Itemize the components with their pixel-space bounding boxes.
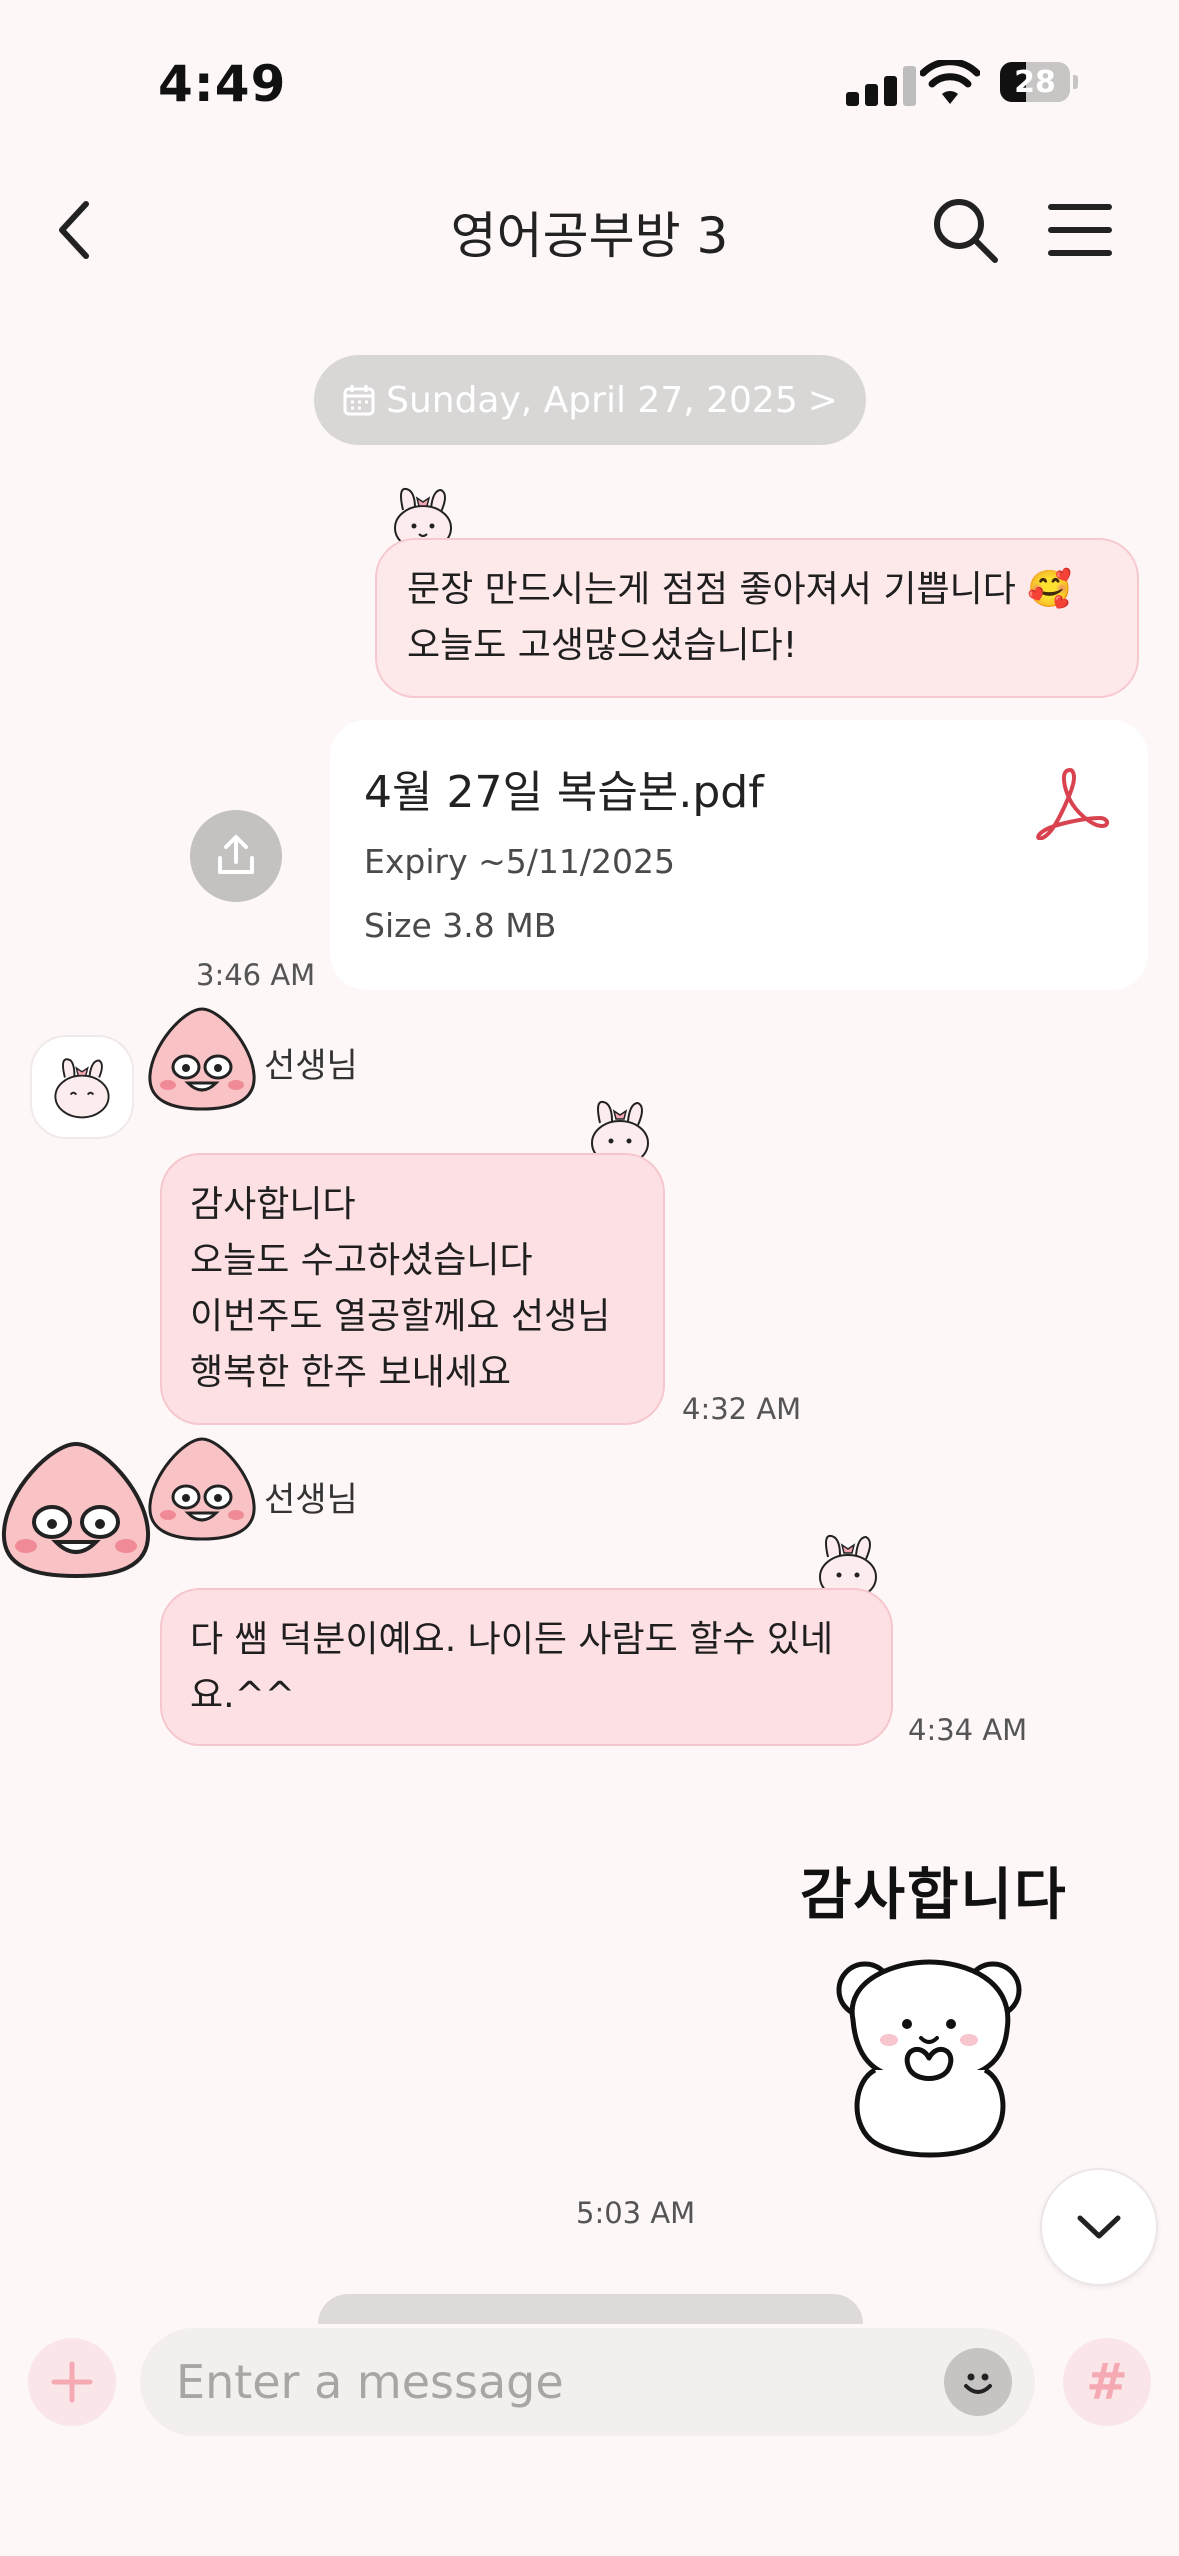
menu-icon[interactable] xyxy=(1045,195,1115,265)
sender-name: 선생님 xyxy=(264,1480,358,1520)
message-line: 문장 만드시는게 점점 좋아져서 기쁩니다 🥰 xyxy=(407,569,1073,610)
message-input[interactable] xyxy=(140,2328,1035,2436)
pdf-icon xyxy=(1036,768,1109,840)
peach-avatar-icon[interactable] xyxy=(146,1005,258,1113)
message-line: 감사합니다 xyxy=(190,1184,356,1225)
file-name: 4월 27일 복습본.pdf xyxy=(364,767,764,818)
message-line: 다 쌤 덕분이예요. 나이든 사람도 할수 있네 xyxy=(190,1619,834,1660)
size-label: Size xyxy=(364,906,432,945)
expiry-label: Expiry xyxy=(364,842,468,881)
expiry-value: ~5/11/2025 xyxy=(478,842,675,881)
sender-name: 선생님 xyxy=(264,1046,358,1086)
message-line: 행복한 한주 보내세요 xyxy=(190,1352,511,1393)
date-divider[interactable]: Sunday, April 27, 2025 > xyxy=(314,355,866,445)
share-button[interactable] xyxy=(190,810,282,902)
received-message-bubble[interactable]: 감사합니다 오늘도 수고하셨습니다 이번주도 열공할께요 선생님 행복한 한주 … xyxy=(160,1153,665,1425)
emoji-button[interactable] xyxy=(944,2348,1012,2416)
attach-plus-button[interactable] xyxy=(28,2338,116,2426)
status-time: 4:49 xyxy=(158,55,287,113)
size-value: 3.8 MB xyxy=(442,906,557,945)
chevron-down-icon xyxy=(1077,2215,1121,2239)
plus-icon xyxy=(51,2361,93,2403)
message-time: 4:34 AM xyxy=(908,1713,1028,1747)
sender-profile-avatar[interactable] xyxy=(30,1035,134,1139)
hash-icon: # xyxy=(1086,2353,1128,2411)
scroll-to-bottom-button[interactable] xyxy=(1040,2168,1158,2286)
received-message-bubble[interactable]: 다 쌤 덕분이예요. 나이든 사람도 할수 있네 요.^^ xyxy=(160,1588,893,1746)
message-time: 3:46 AM xyxy=(196,958,316,992)
message-line: 오늘도 고생많으셨습니다! xyxy=(407,625,798,666)
message-line: 이번주도 열공할께요 선생님 xyxy=(190,1296,611,1337)
calendar-icon xyxy=(343,385,375,416)
sticker-caption: 감사합니다 xyxy=(800,1863,1068,1928)
my-message-bubble[interactable]: 문장 만드시는게 점점 좋아져서 기쁩니다 🥰 오늘도 고생많으셨습니다! xyxy=(375,538,1139,698)
peach-avatar-icon[interactable] xyxy=(146,1435,258,1543)
bunny-icon xyxy=(54,1058,110,1119)
message-time: 4:32 AM xyxy=(682,1392,802,1426)
next-date-divider-peek xyxy=(318,2294,863,2324)
message-line: 요.^^ xyxy=(190,1675,295,1716)
battery-level: 28 xyxy=(1014,65,1056,100)
wifi-icon xyxy=(920,60,980,104)
file-attachment-card[interactable]: 4월 27일 복습본.pdf Expiry ~5/11/2025 Size 3.… xyxy=(330,720,1148,990)
message-time: 5:03 AM xyxy=(576,2196,696,2230)
upload-icon xyxy=(218,835,254,874)
date-chevron: > xyxy=(807,379,838,421)
date-label: Sunday, April 27, 2025 xyxy=(386,379,798,421)
peach-sticker-icon xyxy=(1,1441,151,1579)
battery-indicator: 28 xyxy=(1000,62,1078,102)
search-icon[interactable] xyxy=(925,190,1005,270)
emoji-icon xyxy=(964,2373,992,2394)
bear-sticker-icon[interactable] xyxy=(825,1950,1035,2160)
message-line: 오늘도 수고하셨습니다 xyxy=(190,1240,533,1281)
hash-button[interactable]: # xyxy=(1063,2338,1151,2426)
